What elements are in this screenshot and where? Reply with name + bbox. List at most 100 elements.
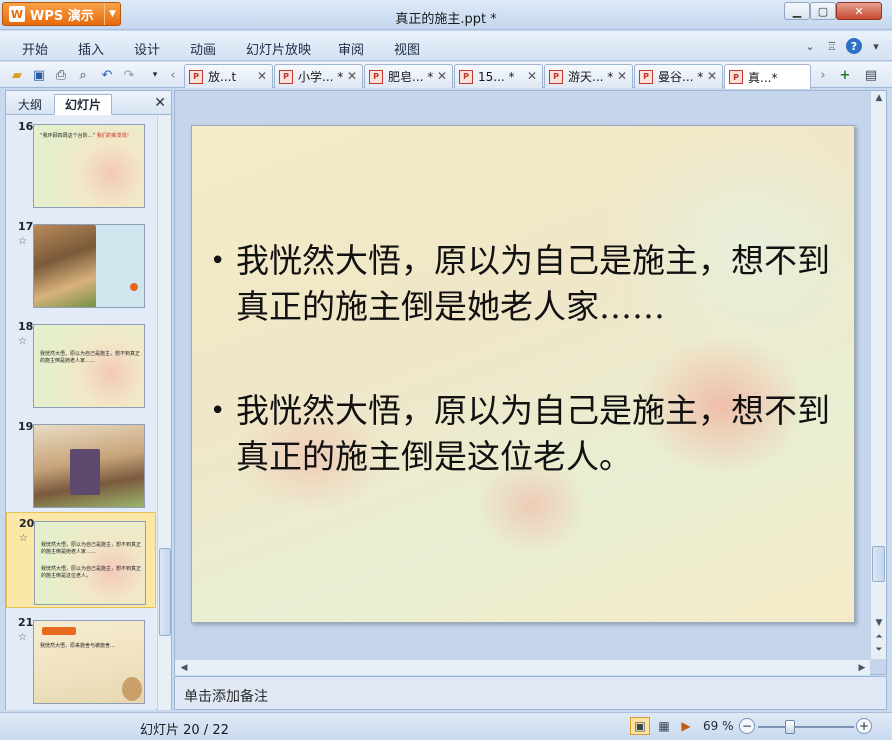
doc-tab[interactable]: P 游天... * ✕: [544, 64, 633, 88]
doc-tab[interactable]: P 小学... * ✕: [274, 64, 363, 88]
slide-thumbnail-20[interactable]: 20 ☆ 我恍然大悟，原以为自己是施主，想不到真正的施主倒是她老人家…… 我恍然…: [6, 512, 156, 608]
menu-review[interactable]: 审阅: [338, 39, 364, 58]
ppt-file-icon: P: [459, 69, 473, 84]
close-icon[interactable]: ✕: [527, 69, 537, 83]
tabs-scroll-left-icon[interactable]: ‹: [164, 66, 182, 84]
slide-sorter-icon[interactable]: ▦: [654, 717, 674, 735]
thumbnail-text: 我恍然大悟，原来施舍与被施舍…: [40, 643, 116, 649]
menu-insert[interactable]: 插入: [78, 39, 104, 58]
slide-preview: 我恍然大悟，原以为自己是施主，想不到真正的施主倒是她老人家……: [33, 324, 145, 408]
print-preview-icon[interactable]: ⌕: [74, 66, 92, 84]
close-window-button[interactable]: ✕: [836, 2, 882, 20]
thumbnail-text: 我恍然大悟，原以为自己是施主，想不到真正的施主倒是她老人家……: [40, 351, 141, 364]
open-folder-icon[interactable]: ▰: [8, 66, 26, 84]
ppt-file-icon: P: [369, 69, 383, 84]
slide-bullet[interactable]: • 我恍然大悟，原以为自己是施主，想不到真正的施主倒是她老人家……: [210, 238, 830, 330]
close-icon[interactable]: ✕: [347, 69, 357, 83]
scroll-left-icon[interactable]: ◀: [177, 662, 191, 674]
doc-tab[interactable]: P 15... * ✕: [454, 64, 543, 88]
doc-tab[interactable]: P 肥皂... * ✕: [364, 64, 453, 88]
slide-bullet[interactable]: • 我恍然大悟，原以为自己是施主，想不到真正的施主倒是这位老人。: [210, 388, 830, 480]
doc-tab[interactable]: P 放...t ✕: [184, 64, 273, 88]
slide-preview: [33, 424, 145, 508]
chevron-down-icon[interactable]: ⌄: [802, 38, 818, 54]
scroll-up-icon[interactable]: ▲: [872, 92, 886, 104]
new-tab-icon[interactable]: +: [836, 66, 854, 84]
slide-thumbnail-21[interactable]: 21 ☆ 我恍然大悟，原来施舍与被施舍…: [6, 612, 156, 708]
menubar-right-tools: ⌄ ♖ ? ▾: [802, 38, 884, 54]
help-icon[interactable]: ?: [846, 38, 862, 54]
tab-list-icon[interactable]: ▤: [862, 66, 880, 84]
close-icon[interactable]: ✕: [154, 95, 166, 111]
doc-tab-label: 真...*: [748, 70, 778, 85]
previous-slide-icon[interactable]: ⏶: [872, 631, 886, 643]
slides-panel: 大纲 幻灯片 ✕ 16 “我环顾四周这个台阶…” 我们的新发现！ 17 ☆ 18…: [5, 90, 172, 710]
vertical-scrollbar[interactable]: ▲ ▼ ⏶ ⏷: [870, 91, 886, 659]
redo-icon[interactable]: ↷: [120, 66, 138, 84]
slide-counter: 幻灯片 20 / 22: [140, 723, 229, 738]
doc-tab-label: 放...t: [208, 70, 237, 84]
thumbnail-scrollbar[interactable]: [157, 116, 171, 710]
print-icon[interactable]: ⎙: [52, 66, 70, 84]
play-slideshow-icon[interactable]: ▶: [676, 717, 696, 735]
zoom-slider-track[interactable]: [758, 726, 854, 728]
ppt-file-icon: P: [279, 69, 293, 84]
doc-tab-label: 小学... *: [298, 70, 344, 84]
horizontal-scrollbar[interactable]: ◀ ▶: [175, 659, 870, 675]
zoom-in-button[interactable]: +: [856, 718, 872, 734]
doc-tab-label: 肥皂... *: [388, 70, 434, 84]
tab-slides[interactable]: 幻灯片: [54, 94, 113, 115]
animation-star-icon: ☆: [18, 336, 27, 347]
slide-thumbnail-19[interactable]: 19: [6, 416, 156, 512]
animation-star-icon: ☆: [19, 533, 28, 544]
zoom-level: 69 %: [703, 719, 734, 733]
close-icon[interactable]: ✕: [617, 69, 627, 83]
animation-star-icon: ☆: [18, 632, 27, 643]
slide-preview: [33, 224, 145, 308]
scroll-right-icon[interactable]: ▶: [855, 662, 869, 674]
normal-view-icon[interactable]: ▣: [630, 717, 650, 735]
tabs-scroll-right-icon[interactable]: ›: [814, 66, 832, 84]
maximize-button[interactable]: ▢: [810, 2, 836, 20]
tab-outline[interactable]: 大纲: [8, 94, 52, 115]
menu-animation[interactable]: 动画: [190, 39, 216, 58]
ppt-file-icon: P: [549, 69, 563, 84]
menu-home[interactable]: 开始: [22, 39, 48, 58]
slide-thumbnail-18[interactable]: 18 ☆ 我恍然大悟，原以为自己是施主，想不到真正的施主倒是她老人家……: [6, 316, 156, 412]
chevron-down-icon[interactable]: ▾: [868, 38, 884, 54]
slide-thumbnail-17[interactable]: 17 ☆: [6, 216, 156, 312]
skin-icon[interactable]: ♖: [824, 38, 840, 54]
close-icon[interactable]: ✕: [437, 69, 447, 83]
slide-number: 16: [18, 120, 34, 133]
doc-tab-label: 游天... *: [568, 70, 614, 84]
doc-tab-active[interactable]: P 真...*: [724, 64, 811, 89]
notes-pane[interactable]: 单击添加备注: [174, 676, 887, 710]
customize-toolbar-icon[interactable]: ▾: [146, 66, 164, 84]
slide-preview: 我恍然大悟，原以为自己是施主，想不到真正的施主倒是她老人家…… 我恍然大悟，原以…: [34, 521, 146, 605]
next-slide-icon[interactable]: ⏷: [872, 644, 886, 656]
menu-slideshow[interactable]: 幻灯片放映: [246, 39, 311, 58]
menu-design[interactable]: 设计: [134, 39, 160, 58]
slide-canvas[interactable]: • 我恍然大悟，原以为自己是施主，想不到真正的施主倒是她老人家…… • 我恍然大…: [191, 125, 855, 623]
doc-tab-label: 15... *: [478, 69, 515, 84]
window-title: 真正的施主.ppt *: [395, 12, 497, 27]
close-icon[interactable]: ✕: [707, 69, 717, 83]
save-icon[interactable]: ▣: [30, 66, 48, 84]
menu-view[interactable]: 视图: [394, 39, 420, 58]
undo-icon[interactable]: ↶: [98, 66, 116, 84]
slide-thumbnail-16[interactable]: 16 “我环顾四周这个台阶…” 我们的新发现！: [6, 116, 156, 212]
slide-editor: • 我恍然大悟，原以为自己是施主，想不到真正的施主倒是她老人家…… • 我恍然大…: [174, 90, 887, 675]
doc-tab[interactable]: P 曼谷... * ✕: [634, 64, 723, 88]
scroll-down-icon[interactable]: ▼: [872, 617, 886, 629]
scrollbar-thumb[interactable]: [159, 548, 171, 636]
zoom-slider-handle[interactable]: [785, 720, 795, 734]
panel-tabs: 大纲 幻灯片 ✕: [6, 91, 171, 115]
notes-placeholder[interactable]: 单击添加备注: [184, 686, 268, 706]
scrollbar-thumb[interactable]: [872, 546, 885, 582]
minimize-button[interactable]: ▁: [784, 2, 810, 20]
question-mark-icon: [130, 283, 138, 291]
close-icon[interactable]: ✕: [257, 69, 267, 83]
title-bar: W WPS 演示 ▼ 真正的施主.ppt * ▁ ▢ ✕: [0, 0, 892, 30]
thumbnail-text: “我环顾四周这个台阶…” 我们的新发现！: [40, 133, 132, 139]
zoom-out-button[interactable]: −: [739, 718, 755, 734]
